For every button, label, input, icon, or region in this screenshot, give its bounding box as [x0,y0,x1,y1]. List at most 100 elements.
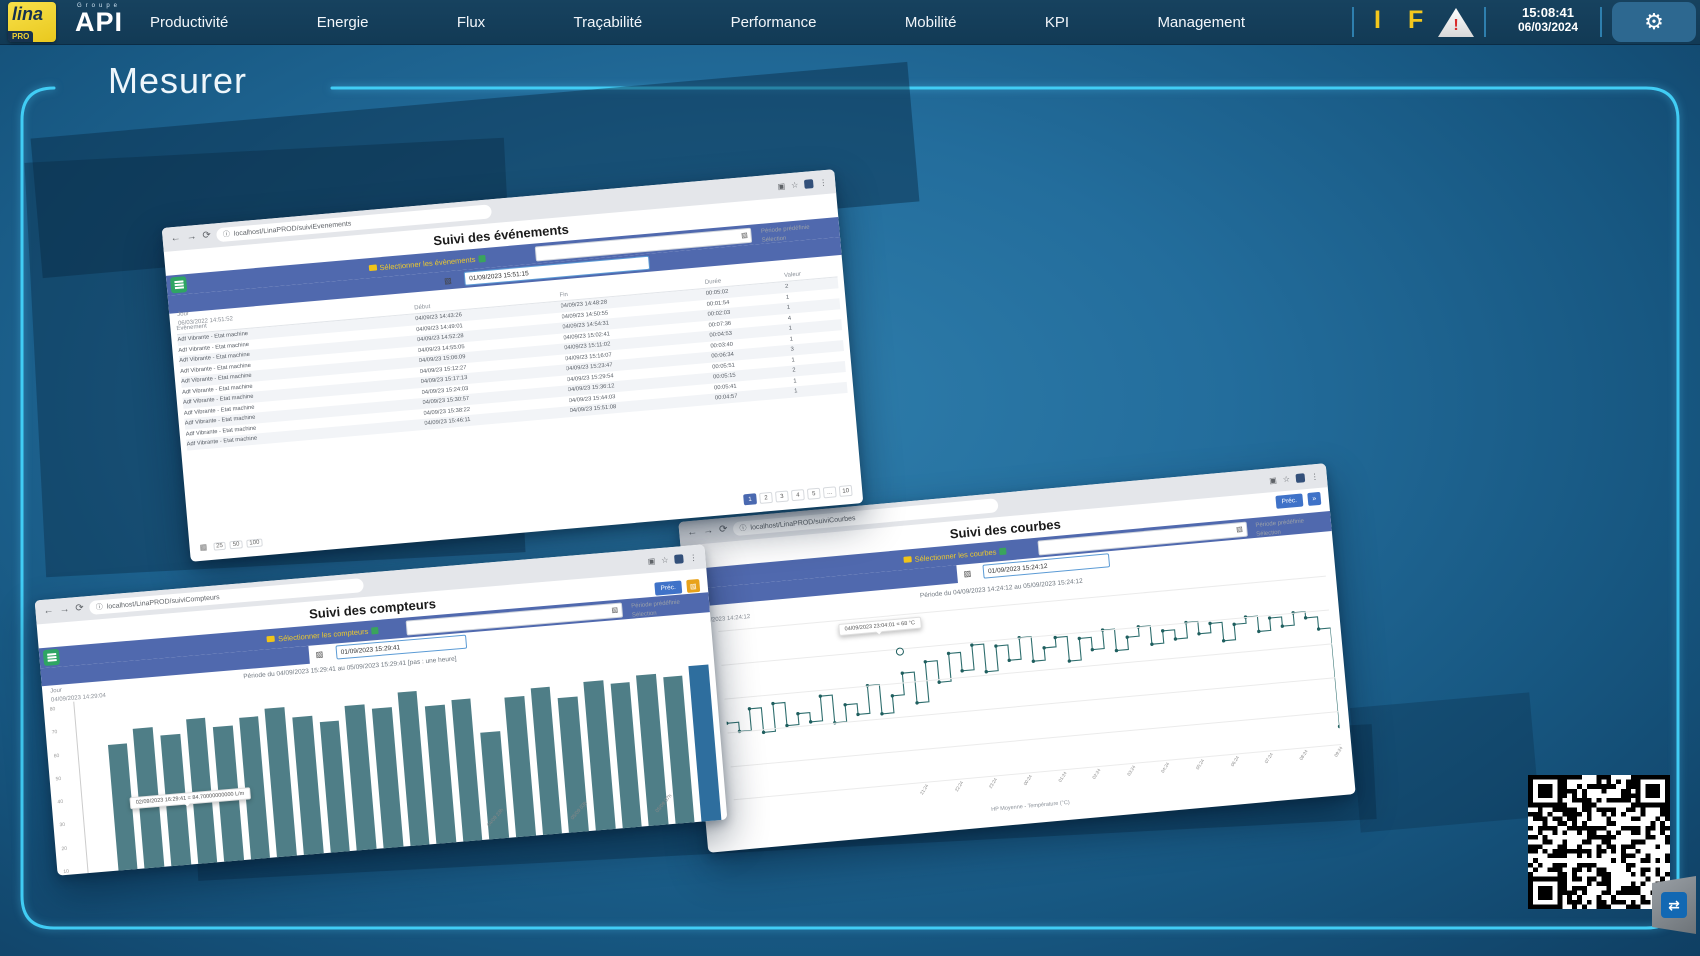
back-icon[interactable]: ← [687,527,698,538]
page-size-options: 2550 100 [213,538,263,550]
browser-toolbar-icons: ▣ ☆ ⋮ [1269,471,1319,484]
courbes-line-svg [718,576,1341,801]
clock-time: 15:08:41 [1500,5,1596,20]
page-size-option[interactable]: 50 [229,540,242,549]
menu-toggle-button[interactable] [43,649,60,666]
nav-item[interactable]: Performance [731,14,817,31]
y-tick: 60 [54,754,60,759]
qr-code [1528,775,1670,909]
logo-api-text: API [64,9,134,36]
y-tick: 30 [59,823,65,828]
refresh-icon[interactable]: ⟳ [75,604,84,615]
remote-access-tab[interactable]: ⇄ [1652,876,1696,934]
extension-icon[interactable]: ▣ [1269,475,1277,485]
x-tick: 02:24 [1092,768,1102,780]
shadow-shape [1350,692,1540,832]
next-button[interactable]: » [1307,492,1321,506]
site-info-icon[interactable]: ⓘ [739,523,747,534]
site-info-icon[interactable]: ⓘ [222,229,230,240]
calendar-icon[interactable]: ▧ [444,275,452,285]
x-tick: 04:24 [1160,761,1170,773]
browser-toolbar-icons: ▣ ☆ ⋮ [647,553,697,566]
profile-avatar[interactable] [1295,473,1305,483]
ok-badge-icon [478,254,486,262]
remote-access-icon: ⇄ [1661,892,1687,918]
site-info-icon[interactable]: ⓘ [95,602,103,613]
nav-item[interactable]: Traçabilité [574,14,643,31]
select-compteurs-link[interactable]: Sélectionner les compteurs [278,626,369,643]
refresh-icon[interactable]: ⟳ [719,525,728,536]
logo-lina-text: lina [12,4,43,25]
x-tick: 06:24 [1229,755,1239,767]
y-tick: 40 [57,800,63,805]
settings-button[interactable]: ⚙ [1612,2,1696,42]
folder-icon [368,264,376,271]
url-text: localhost/LinaPROD/suiviCompteurs [106,594,219,610]
refresh-icon[interactable]: ⟳ [202,231,211,242]
y-tick: 50 [55,777,61,782]
page-size-option[interactable]: 100 [246,538,263,547]
bookmark-icon[interactable]: ☆ [791,180,799,190]
column-header: Valeur [784,268,837,279]
select-courbes-link[interactable]: Sélectionner les courbes [914,547,997,563]
calendar-icon[interactable]: ▧ [611,606,618,614]
pagination-item[interactable]: 4 [791,489,805,501]
reset-button[interactable]: ▧ [686,579,700,593]
calendar-icon[interactable]: ▧ [741,232,748,240]
extension-icon[interactable]: ▣ [777,181,785,191]
pagination-item[interactable]: 2 [759,492,773,504]
nav-item[interactable]: Flux [457,14,485,31]
nav-item[interactable]: Energie [317,14,369,31]
pagination-item[interactable]: 3 [775,490,789,502]
back-icon[interactable]: ← [43,606,54,617]
y-tick: 80 [50,707,56,712]
nav-divider [1352,7,1354,37]
nav-item[interactable]: KPI [1045,14,1069,31]
prev-button[interactable]: Préc. [1275,493,1303,508]
menu-icon[interactable]: ⋮ [1310,471,1319,481]
x-tick: 07:24 [1264,752,1274,764]
menu-icon[interactable]: ⋮ [819,177,828,187]
forward-icon[interactable]: → [186,232,197,243]
extension-icon[interactable]: ▣ [647,556,655,566]
warning-triangle-icon[interactable]: ! [1438,8,1474,37]
pagination-item[interactable]: 5 [807,488,821,500]
forward-icon[interactable]: → [703,526,714,537]
courbes-plot[interactable] [718,576,1341,801]
url-text: localhost/LinaPROD/suiviEvenements [234,220,352,237]
hamburger-icon [174,284,183,286]
prev-button[interactable]: Préc. [654,580,682,595]
profile-avatar[interactable] [804,179,814,189]
menu-toggle-button[interactable] [170,276,187,293]
x-tick: 05:24 [1195,758,1205,770]
browser-toolbar-icons: ▣ ☆ ⋮ [777,177,827,190]
window-suivi-evenements: ← → ⟳ ⓘ localhost/LinaPROD/suiviEvenemen… [162,169,864,562]
forward-icon[interactable]: → [59,605,70,616]
nav-item[interactable]: Mobilité [905,14,957,31]
pagination-item[interactable]: … [823,486,837,498]
logo-pro-text: PRO [8,31,33,42]
window-suivi-compteurs: ← → ⟳ ⓘ localhost/LinaPROD/suiviCompteur… [35,544,728,875]
profile-avatar[interactable] [674,554,684,564]
back-icon[interactable]: ← [170,233,181,244]
bookmark-icon[interactable]: ☆ [1282,474,1290,484]
pagination-item[interactable]: 1 [743,493,757,505]
y-tick: 70 [52,730,58,735]
nav-menu: Productivité Energie Flux Traçabilité Perfor… [150,0,1245,44]
menu-icon[interactable]: ⋮ [689,553,698,563]
bookmark-icon[interactable]: ☆ [661,555,669,565]
page-size-option[interactable]: 25 [213,541,226,550]
nav-divider [1600,7,1602,37]
calendar-icon[interactable]: ▧ [315,649,323,659]
pagination: 12345…10 [743,485,853,505]
calendar-icon[interactable]: ▧ [1236,526,1243,534]
pagination-item[interactable]: 10 [839,485,853,497]
calendar-icon[interactable]: ▧ [963,568,971,578]
warning-mark: ! [1453,16,1458,37]
nav-item[interactable]: Productivité [150,14,228,31]
status-letter-f: F [1408,6,1423,35]
nav-item[interactable]: Management [1157,14,1245,31]
grid-icon[interactable]: ▦ [199,542,207,552]
ok-badge-icon [999,547,1007,555]
folder-icon [267,636,275,643]
